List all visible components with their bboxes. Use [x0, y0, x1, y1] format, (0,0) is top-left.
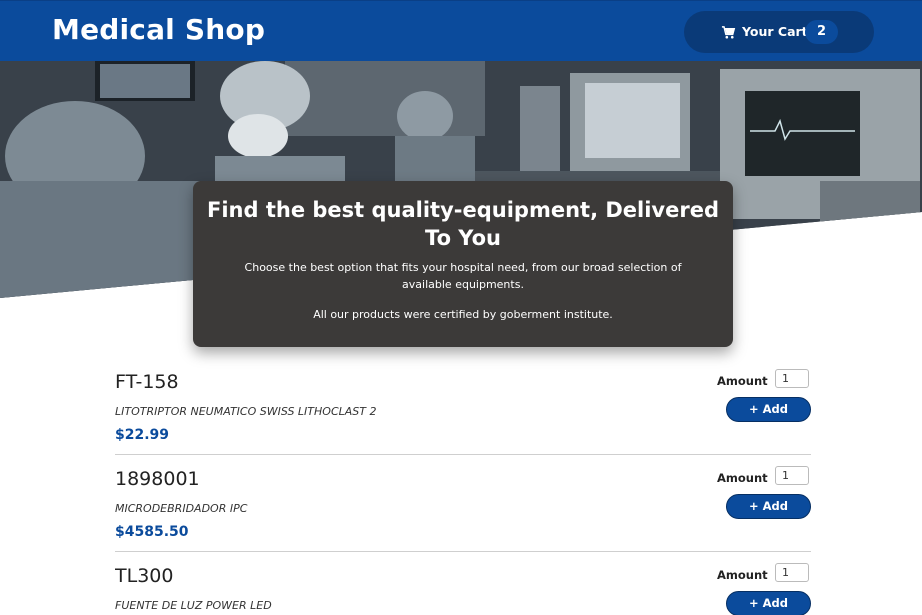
product-code: TL300 — [115, 565, 174, 587]
amount-input[interactable] — [775, 369, 809, 388]
site-title[interactable]: Medical Shop — [52, 13, 265, 46]
cart-count-badge: 2 — [805, 20, 838, 44]
cart-button[interactable]: Your Cart 2 — [684, 11, 874, 53]
shopping-cart-icon — [721, 26, 736, 39]
product-code: 1898001 — [115, 468, 200, 490]
amount-label: Amount — [717, 471, 768, 485]
product-price: $4585.50 — [115, 524, 189, 540]
product-item: TL300 FUENTE DE LUZ POWER LED Amount + A… — [115, 557, 811, 615]
add-to-cart-button[interactable]: + Add — [726, 397, 811, 422]
product-name: LITOTRIPTOR NEUMATICO SWISS LITHOCLAST 2 — [115, 405, 377, 418]
amount-label: Amount — [717, 568, 768, 582]
hero-subtext: Choose the best option that fits your ho… — [244, 261, 682, 291]
amount-label: Amount — [717, 374, 768, 388]
add-to-cart-button[interactable]: + Add — [726, 591, 811, 615]
divider — [115, 551, 811, 552]
amount-input[interactable] — [775, 563, 809, 582]
divider — [115, 454, 811, 455]
hero-headline: Find the best quality-equipment, Deliver… — [207, 198, 719, 250]
product-item: FT-158 LITOTRIPTOR NEUMATICO SWISS LITHO… — [115, 363, 811, 459]
cart-label: Your Cart — [742, 24, 808, 39]
certification-note: All our products were certified by gober… — [313, 308, 613, 321]
amount-input[interactable] — [775, 466, 809, 485]
promo-panel: Find the best quality-equipment, Deliver… — [193, 181, 733, 347]
product-item: 1898001 MICRODEBRIDADOR IPC $4585.50 Amo… — [115, 460, 811, 556]
top-bar: Medical Shop Your Cart 2 — [0, 0, 922, 62]
add-to-cart-button[interactable]: + Add — [726, 494, 811, 519]
product-name: MICRODEBRIDADOR IPC — [115, 502, 248, 515]
product-code: FT-158 — [115, 371, 179, 393]
product-name: FUENTE DE LUZ POWER LED — [115, 599, 272, 612]
product-price: $22.99 — [115, 427, 170, 443]
